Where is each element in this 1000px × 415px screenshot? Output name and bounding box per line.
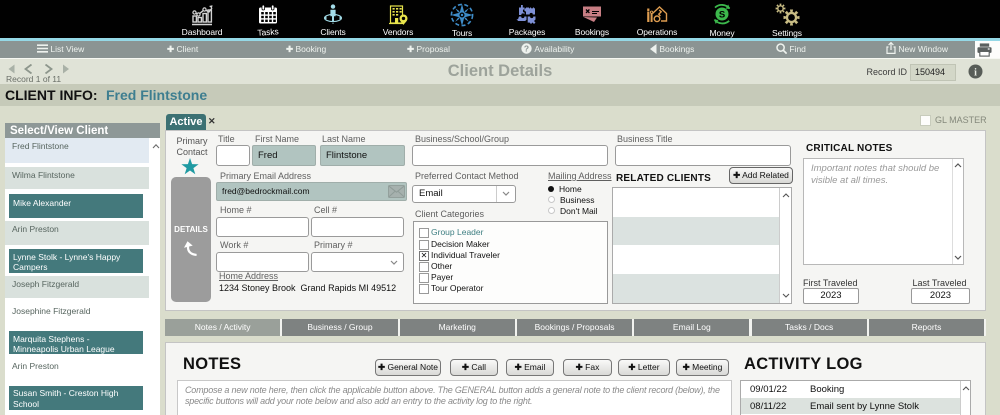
svg-text:i: i <box>974 67 977 78</box>
svg-text:S: S <box>719 10 725 21</box>
svg-text:?: ? <box>524 43 529 53</box>
